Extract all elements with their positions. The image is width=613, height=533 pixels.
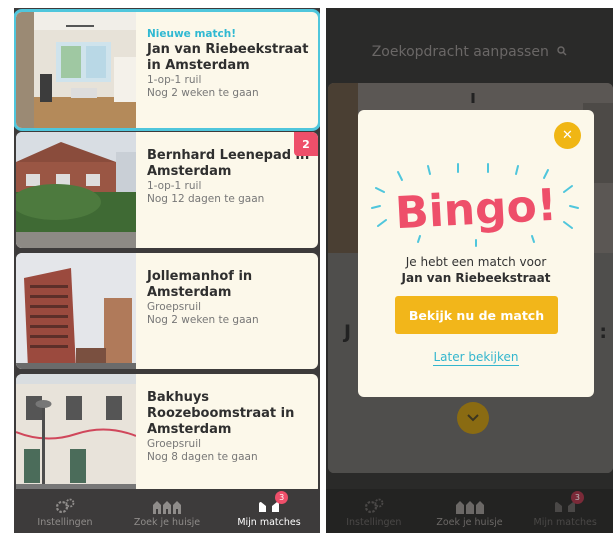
match-modal: ✕ Bingo! Je hebt een match voor Jan van … — [358, 110, 594, 397]
bottom-tab-bar-dimmed: Instellingen Zoek je huisje 3 Mijn match… — [326, 489, 613, 533]
match-message-line1: Je hebt een match voor — [405, 255, 547, 269]
apartment-towers-photo — [16, 253, 136, 369]
street-facade-photo — [16, 374, 136, 494]
card-title: Jollemanhof in Amsterdam — [147, 269, 253, 300]
card-time-left: Nog 2 weken te gaan — [147, 87, 259, 99]
close-button[interactable]: ✕ — [554, 122, 581, 149]
gears-icon — [364, 498, 384, 514]
obscured-title-end: : — [599, 321, 607, 343]
tab-label: Mijn matches — [237, 517, 301, 528]
card-info: Jollemanhof in Amsterdam Groepsruil Nog … — [136, 253, 318, 369]
screenshot-stage: Nieuwe match! Jan van Riebeekstraat in A… — [0, 0, 613, 533]
card-type: 1-op-1 ruil — [147, 180, 202, 192]
match-card-1[interactable]: Nieuwe match! Jan van Riebeekstraat in A… — [16, 12, 318, 128]
view-match-button[interactable]: Bekijk nu de match — [395, 296, 558, 334]
match-card-3[interactable]: Jollemanhof in Amsterdam Groepsruil Nog … — [16, 253, 318, 369]
brick-house-photo — [16, 132, 136, 248]
card-time-left: Nog 2 weken te gaan — [147, 314, 259, 326]
tab-label: Instellingen — [37, 517, 93, 528]
close-icon: ✕ — [562, 128, 573, 143]
card-type: 1-op-1 ruil — [147, 74, 202, 86]
tab-instellingen[interactable]: Instellingen — [326, 489, 422, 533]
unread-badge: 2 — [294, 132, 318, 156]
bingo-screen: Zoekopdracht aanpassen J : ✕ Bingo! Je h… — [326, 8, 613, 533]
matches-count-badge: 3 — [275, 491, 289, 504]
tab-instellingen[interactable]: Instellingen — [14, 489, 116, 533]
tab-zoek-je-huisje[interactable]: Zoek je huisje — [116, 489, 218, 533]
tab-label: Zoek je huisje — [133, 517, 201, 528]
search-icon — [557, 46, 567, 56]
gears-icon — [55, 498, 75, 514]
card-title: Bernhard Leenepad in Amsterdam — [147, 148, 310, 179]
chevron-down-icon — [467, 414, 479, 422]
card-info: Bakhuys Roozeboomstraat in Amsterdam Gro… — [136, 374, 318, 494]
view-later-link[interactable]: Later bekijken — [433, 350, 519, 366]
houses-icon — [455, 501, 484, 514]
card-title: Jan van Riebeekstraat in Amsterdam — [147, 42, 309, 73]
living-room-photo — [16, 12, 136, 128]
matches-screen: Nieuwe match! Jan van Riebeekstraat in A… — [14, 8, 320, 533]
match-card-4[interactable]: Bakhuys Roozeboomstraat in Amsterdam Gro… — [16, 374, 318, 494]
matches-count-badge: 3 — [570, 491, 584, 504]
tab-label: Instellingen — [346, 517, 402, 528]
card-info: Nieuwe match! Jan van Riebeekstraat in A… — [136, 12, 318, 128]
header-label: Zoekopdracht aanpassen — [371, 44, 549, 60]
card-time-left: Nog 12 dagen te gaan — [147, 193, 265, 205]
match-card-2[interactable]: Bernhard Leenepad in Amsterdam 1-op-1 ru… — [16, 132, 318, 248]
scroll-down-button[interactable] — [457, 402, 489, 434]
tab-mijn-matches[interactable]: 3 Mijn matches — [218, 489, 320, 533]
card-type: Groepsruil — [147, 301, 202, 313]
card-info: Bernhard Leenepad in Amsterdam 1-op-1 ru… — [136, 132, 318, 248]
tab-mijn-matches[interactable]: 3 Mijn matches — [517, 489, 613, 533]
bingo-graphic: Bingo! — [371, 163, 579, 247]
edit-search-header[interactable]: Zoekopdracht aanpassen — [326, 44, 613, 60]
tab-label: Zoek je huisje — [436, 517, 503, 528]
card-title: Bakhuys Roozeboomstraat in Amsterdam — [147, 390, 295, 437]
bingo-text: Bingo! — [394, 180, 558, 239]
new-match-label: Nieuwe match! — [147, 28, 236, 40]
card-time-left: Nog 8 dagen te gaan — [147, 451, 258, 463]
match-message: Je hebt een match voor Jan van Riebeekst… — [358, 254, 594, 286]
tab-label: Mijn matches — [533, 517, 597, 528]
tab-zoek-je-huisje[interactable]: Zoek je huisje — [422, 489, 518, 533]
card-type: Groepsruil — [147, 438, 202, 450]
houses-icon — [153, 501, 181, 514]
obscured-title-start: J — [344, 321, 352, 343]
later-link-wrap: Later bekijken — [358, 350, 594, 366]
bottom-tab-bar: Instellingen Zoek je huisje 3 Mijn match… — [14, 489, 320, 533]
match-street-name: Jan van Riebeekstraat — [401, 271, 551, 285]
